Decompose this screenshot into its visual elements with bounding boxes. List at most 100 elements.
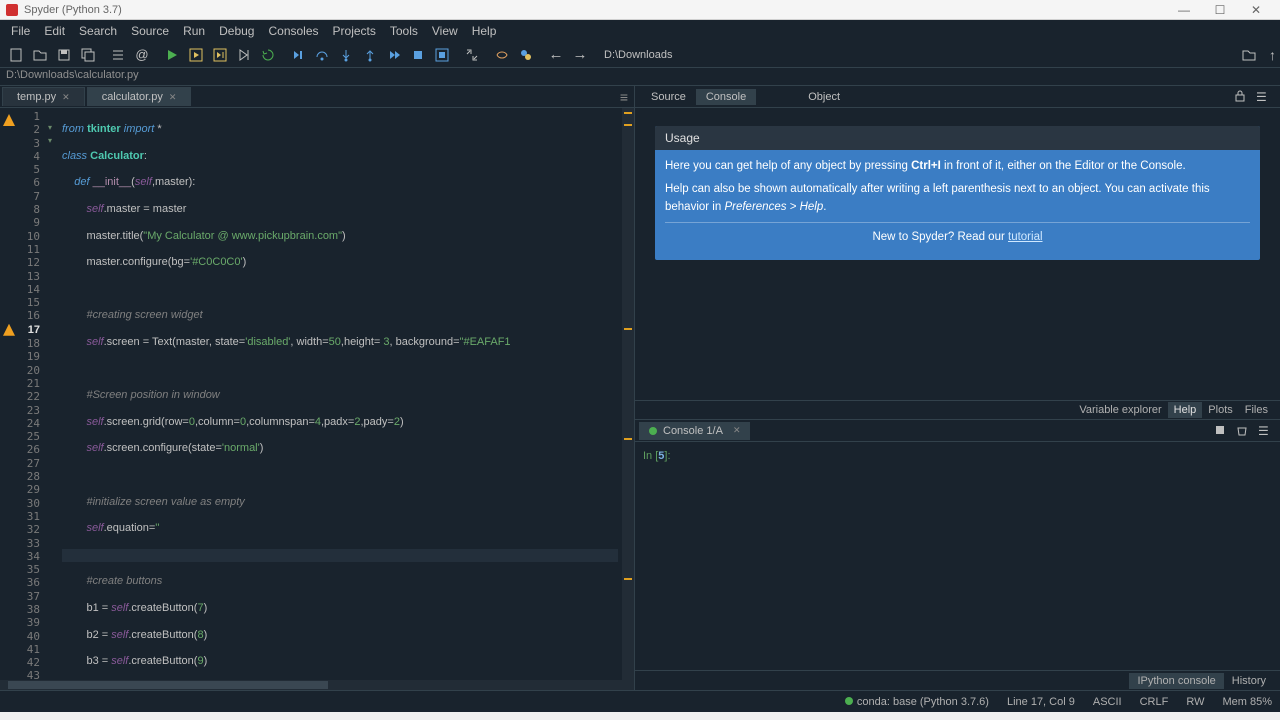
step-into-icon[interactable] <box>335 44 357 66</box>
tab-files[interactable]: Files <box>1239 402 1274 418</box>
status-mem: Mem 85% <box>1222 696 1272 708</box>
console-clear-icon[interactable] <box>1236 424 1250 438</box>
menu-debug[interactable]: Debug <box>212 22 261 40</box>
step-over-icon[interactable] <box>311 44 333 66</box>
editor-tabbar: temp.py ✕ calculator.py ✕ ≡ <box>0 86 634 108</box>
status-line-col[interactable]: Line 17, Col 9 <box>1007 696 1075 708</box>
menu-projects[interactable]: Projects <box>326 22 383 40</box>
tab-calculator-label: calculator.py <box>102 91 163 103</box>
tab-plots[interactable]: Plots <box>1202 402 1238 418</box>
new-file-icon[interactable] <box>5 44 27 66</box>
help-title: Usage <box>655 126 1260 150</box>
lock-icon[interactable] <box>1234 90 1248 104</box>
rerun-icon[interactable] <box>257 44 279 66</box>
tab-help[interactable]: Help <box>1168 402 1203 418</box>
parent-dir-icon[interactable]: ↑ <box>1269 47 1276 63</box>
help-panel: Usage Here you can get help of any objec… <box>635 108 1280 400</box>
console-options-icon[interactable]: ☰ <box>1258 424 1272 438</box>
console-stop-icon[interactable] <box>1214 424 1228 438</box>
help-toolbar: Source Console Object ☰ <box>635 86 1280 108</box>
console-tabbar: Console 1/A ✕ ☰ <box>635 420 1280 442</box>
console-bottom-tabs: IPython console History <box>635 670 1280 690</box>
tab-ipython-console[interactable]: IPython console <box>1129 673 1223 689</box>
code-area[interactable]: from tkinter import * class Calculator: … <box>58 108 622 680</box>
close-tab-icon[interactable]: ✕ <box>62 92 70 103</box>
console-prompt: In [5]: <box>643 450 1272 462</box>
main-area: temp.py ✕ calculator.py ✕ ≡ 12345678910111… <box>0 86 1280 690</box>
debug-icon[interactable] <box>287 44 309 66</box>
console-pane: Console 1/A ✕ ☰ In [5]: IPython console … <box>635 420 1280 690</box>
editor-scroll-indicator[interactable] <box>622 108 634 680</box>
menubar: File Edit Search Source Run Debug Consol… <box>0 20 1280 42</box>
menu-search[interactable]: Search <box>72 22 124 40</box>
continue-icon[interactable] <box>383 44 405 66</box>
menu-source[interactable]: Source <box>124 22 176 40</box>
help-box: Usage Here you can get help of any objec… <box>655 126 1260 260</box>
tabs-menu-icon[interactable]: ≡ <box>620 89 628 105</box>
run-selection-icon[interactable] <box>233 44 255 66</box>
menu-file[interactable]: File <box>4 22 37 40</box>
maximize-pane-icon[interactable] <box>461 44 483 66</box>
python-icon[interactable] <box>515 44 537 66</box>
browse-dir-icon[interactable] <box>1238 44 1260 66</box>
right-pane: Source Console Object ☰ Usage Here you c… <box>635 86 1280 690</box>
forward-icon[interactable]: → <box>569 44 591 66</box>
run-icon[interactable] <box>161 44 183 66</box>
warning-gutter <box>0 108 18 680</box>
menu-tools[interactable]: Tools <box>383 22 425 40</box>
open-file-icon[interactable] <box>29 44 51 66</box>
window-title: Spyder (Python 3.7) <box>24 4 1166 16</box>
line-numbers: 1234567891011121314151617181920212223242… <box>18 108 46 680</box>
editor-hscrollbar[interactable] <box>0 680 634 690</box>
console-body[interactable]: In [5]: <box>635 442 1280 670</box>
close-tab-icon[interactable]: ✕ <box>169 92 177 103</box>
close-console-icon[interactable]: ✕ <box>733 425 741 436</box>
run-cell-advance-icon[interactable] <box>209 44 231 66</box>
save-all-icon[interactable] <box>77 44 99 66</box>
file-path-bar: D:\Downloads\calculator.py <box>0 68 1280 86</box>
menu-help[interactable]: Help <box>465 22 504 40</box>
kernel-status-icon <box>649 427 657 435</box>
tab-variable-explorer[interactable]: Variable explorer <box>1073 402 1167 418</box>
status-rw: RW <box>1186 696 1204 708</box>
tutorial-link[interactable]: tutorial <box>1008 231 1043 243</box>
menu-run[interactable]: Run <box>176 22 212 40</box>
menu-consoles[interactable]: Consoles <box>261 22 325 40</box>
outline-icon[interactable] <box>107 44 129 66</box>
options-icon[interactable]: ☰ <box>1256 90 1270 104</box>
kernel-ok-icon <box>845 697 853 705</box>
right-mid-tabs: Variable explorer Help Plots Files <box>635 400 1280 420</box>
help-source-tab[interactable]: Source <box>641 89 696 105</box>
debug-cell-icon[interactable] <box>431 44 453 66</box>
tab-calculator[interactable]: calculator.py ✕ <box>87 87 192 106</box>
close-button[interactable]: ✕ <box>1238 1 1274 19</box>
save-icon[interactable] <box>53 44 75 66</box>
console-tab-1a[interactable]: Console 1/A ✕ <box>639 422 750 440</box>
status-conda[interactable]: conda: base (Python 3.7.6) <box>845 696 989 708</box>
menu-edit[interactable]: Edit <box>37 22 72 40</box>
run-cell-icon[interactable] <box>185 44 207 66</box>
maximize-button[interactable]: ☐ <box>1202 1 1238 19</box>
status-eol[interactable]: CRLF <box>1140 696 1169 708</box>
app-icon <box>6 4 18 16</box>
editor-pane: temp.py ✕ calculator.py ✕ ≡ 12345678910111… <box>0 86 635 690</box>
step-out-icon[interactable] <box>359 44 381 66</box>
at-icon[interactable]: @ <box>131 44 153 66</box>
tab-temp-label: temp.py <box>17 91 56 103</box>
back-icon[interactable]: ← <box>545 44 567 66</box>
tab-history[interactable]: History <box>1224 673 1274 689</box>
code-editor[interactable]: 1234567891011121314151617181920212223242… <box>0 108 634 680</box>
help-object-label: Object <box>798 89 850 105</box>
menu-view[interactable]: View <box>425 22 465 40</box>
tab-temp[interactable]: temp.py ✕ <box>2 87 85 106</box>
toolbar: @ ← → D:\Downloads ↑ <box>0 42 1280 68</box>
stop-debug-icon[interactable] <box>407 44 429 66</box>
console-tab-label: Console 1/A <box>663 425 723 437</box>
pythonpath-icon[interactable] <box>491 44 513 66</box>
working-directory[interactable]: D:\Downloads <box>596 47 1237 63</box>
titlebar: Spyder (Python 3.7) — ☐ ✕ <box>0 0 1280 20</box>
status-encoding[interactable]: ASCII <box>1093 696 1122 708</box>
help-console-tab[interactable]: Console <box>696 89 756 105</box>
minimize-button[interactable]: — <box>1166 1 1202 19</box>
help-body: Here you can get help of any object by p… <box>655 150 1260 260</box>
